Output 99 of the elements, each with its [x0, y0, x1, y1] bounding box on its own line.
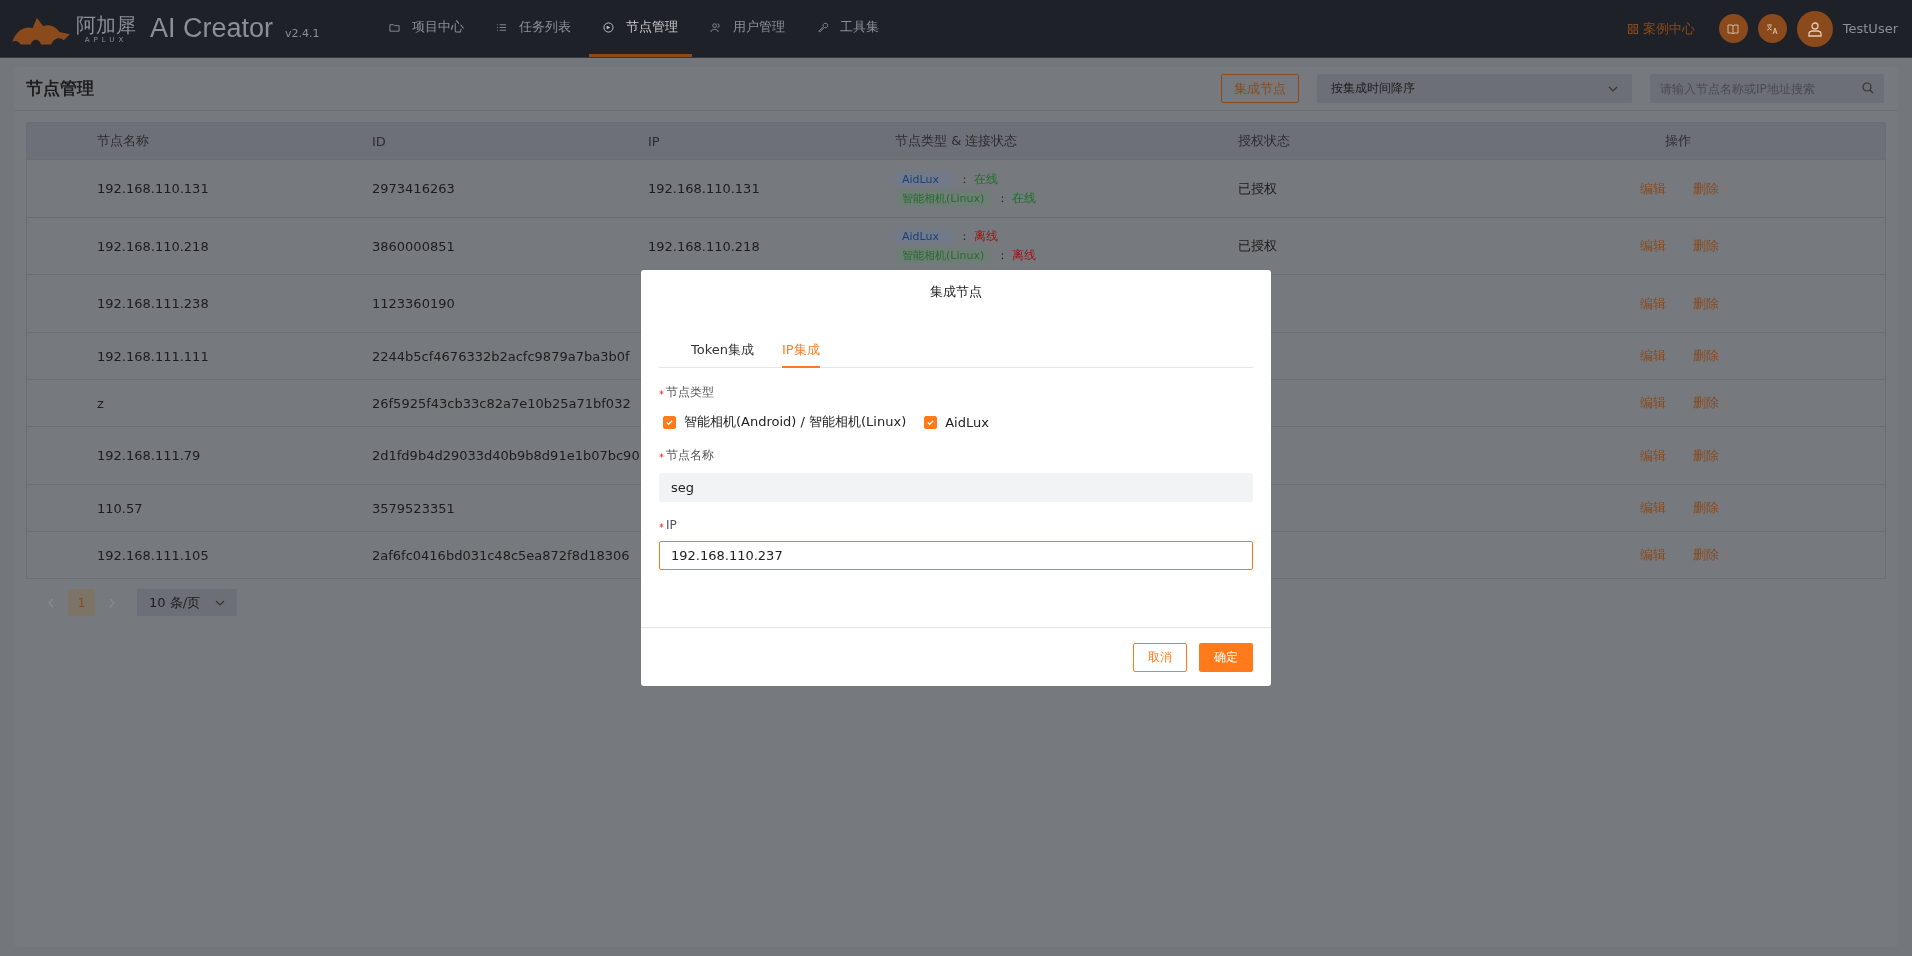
connection-status: 在线 — [974, 170, 998, 188]
action-link[interactable]: 编辑 — [1640, 546, 1666, 564]
version-label: v2.4.1 — [285, 27, 320, 40]
page-title: 节点管理 — [26, 77, 94, 100]
table-cell: 2973416263 — [372, 181, 455, 196]
column-header: ID — [372, 133, 386, 149]
book-button[interactable] — [1718, 14, 1748, 43]
dialog-title: 集成节点 — [930, 284, 982, 299]
table-cell: 192.168.111.105 — [97, 547, 209, 563]
translate-button[interactable] — [1757, 14, 1787, 43]
table-cell: 192.168.111.238 — [97, 296, 209, 311]
column-header: 节点名称 — [97, 133, 149, 148]
table-cell: z — [97, 395, 104, 411]
field-label: 节点类型 — [666, 384, 714, 401]
column-header: 节点类型 & 连接状态 — [895, 133, 1018, 148]
status-separator: ： — [997, 248, 1009, 263]
table-cell: 192.168.110.218 — [97, 238, 209, 254]
chevron-down-icon — [1608, 85, 1618, 92]
checkbox[interactable] — [924, 415, 938, 429]
node-type-tag: AidLux — [895, 229, 953, 244]
action-link[interactable]: 编辑 — [1640, 499, 1666, 517]
cancel-button[interactable]: 取消 — [1133, 642, 1187, 672]
dialog-tab[interactable]: Token集成 — [691, 333, 754, 368]
sort-select[interactable]: 按集成时间降序 — [1317, 74, 1632, 103]
node-type-tag: AidLux — [895, 171, 953, 187]
search-icon — [1862, 82, 1874, 94]
integrate-node-button[interactable]: 集成节点 — [1221, 74, 1299, 103]
action-link[interactable]: 删除 — [1693, 499, 1719, 517]
field-label: 节点名称 — [666, 447, 714, 464]
action-link[interactable]: 编辑 — [1640, 394, 1666, 412]
table-cell: 3860000851 — [372, 238, 455, 254]
connection-status: 在线 — [1012, 189, 1037, 207]
folder-icon — [389, 21, 400, 33]
action-link[interactable]: 删除 — [1693, 294, 1719, 313]
action-link[interactable]: 编辑 — [1640, 294, 1666, 313]
checkbox-label: 智能相机(Android) / 智能相机(Linux) — [684, 413, 907, 431]
table-cell: 192.168.111.111 — [97, 348, 209, 364]
column-header: IP — [648, 133, 660, 149]
table-cell: 3579523351 — [372, 500, 455, 516]
status-separator: ： — [997, 190, 1009, 206]
action-link[interactable]: 编辑 — [1640, 179, 1666, 198]
user-icon — [1806, 20, 1823, 37]
user-name: TestUser — [1842, 21, 1898, 36]
dialog-tab[interactable]: IP集成 — [782, 333, 820, 368]
status-separator: ： — [959, 229, 970, 244]
table-cell: 2d1fd9b4d29033d40b9b8d91e1b07bc90 — [372, 448, 640, 463]
table-cell: 192.168.110.218 — [648, 238, 760, 254]
table-cell: 2244b5cf4676332b2acfc9879a7ba3b0f — [372, 348, 630, 364]
nav-tab[interactable]: 项目中心 — [375, 0, 478, 57]
table-cell: 192.168.110.131 — [97, 181, 209, 196]
status-separator: ： — [959, 171, 970, 187]
field-label: IP — [666, 518, 677, 532]
node-name-field[interactable]: seg — [659, 473, 1253, 502]
chevron-down-icon — [215, 599, 225, 606]
column-header: 授权状态 — [1238, 133, 1290, 148]
action-link[interactable]: 编辑 — [1640, 347, 1666, 365]
nav-tab[interactable]: 节点管理 — [589, 0, 692, 57]
ip-field[interactable]: 192.168.110.237 — [659, 541, 1253, 570]
wrench-icon — [817, 21, 828, 33]
checkbox-label: AidLux — [945, 414, 989, 430]
avatar-button[interactable] — [1796, 10, 1833, 47]
nav-tab[interactable]: 用户管理 — [696, 0, 799, 57]
nav-tab[interactable]: 工具集 — [803, 0, 893, 57]
table-cell: 已授权 — [1238, 180, 1277, 196]
brand-name: 阿加犀 — [76, 13, 136, 36]
node-type-tag: 智能相机(Linux) — [895, 189, 992, 207]
action-link[interactable]: 删除 — [1693, 179, 1719, 198]
users-icon — [710, 21, 721, 33]
check-icon — [665, 417, 674, 427]
table-cell: 192.168.110.131 — [648, 181, 760, 196]
table-cell: 192.168.111.79 — [97, 448, 201, 463]
case-center-link[interactable]: 案例中心 — [1627, 19, 1695, 38]
table-cell: 2af6fc0416bd031c48c5ea872f8d18306 — [372, 547, 630, 563]
action-link[interactable]: 编辑 — [1640, 446, 1666, 465]
book-icon — [1727, 22, 1740, 35]
check-icon — [926, 417, 936, 427]
app-name: AI Creator — [150, 13, 274, 44]
action-link[interactable]: 删除 — [1693, 394, 1719, 412]
action-link[interactable]: 删除 — [1693, 237, 1719, 255]
connection-status: 离线 — [974, 228, 998, 245]
list-icon — [496, 21, 507, 33]
table-cell: 26f5925f43cb33c82a7e10b25a71bf032 — [372, 395, 631, 411]
action-link[interactable]: 编辑 — [1640, 237, 1666, 255]
table-cell: 1123360190 — [372, 296, 455, 311]
grid-icon — [1627, 23, 1638, 34]
connection-status: 离线 — [1012, 247, 1037, 264]
translate-icon — [1766, 22, 1779, 35]
table-cell: 110.57 — [97, 500, 143, 516]
action-link[interactable]: 删除 — [1693, 546, 1719, 564]
column-header: 操作 — [1665, 133, 1691, 148]
node-type-tag: 智能相机(Linux) — [895, 247, 992, 264]
action-link[interactable]: 删除 — [1693, 347, 1719, 365]
page-number[interactable]: 1 — [68, 589, 95, 616]
action-link[interactable]: 删除 — [1693, 446, 1719, 465]
confirm-button[interactable]: 确定 — [1199, 642, 1253, 672]
nav-tab[interactable]: 任务列表 — [482, 0, 585, 57]
checkbox[interactable] — [663, 415, 676, 429]
page-size-select[interactable]: 10 条/页 — [137, 589, 237, 616]
table-cell: 已授权 — [1238, 238, 1277, 253]
